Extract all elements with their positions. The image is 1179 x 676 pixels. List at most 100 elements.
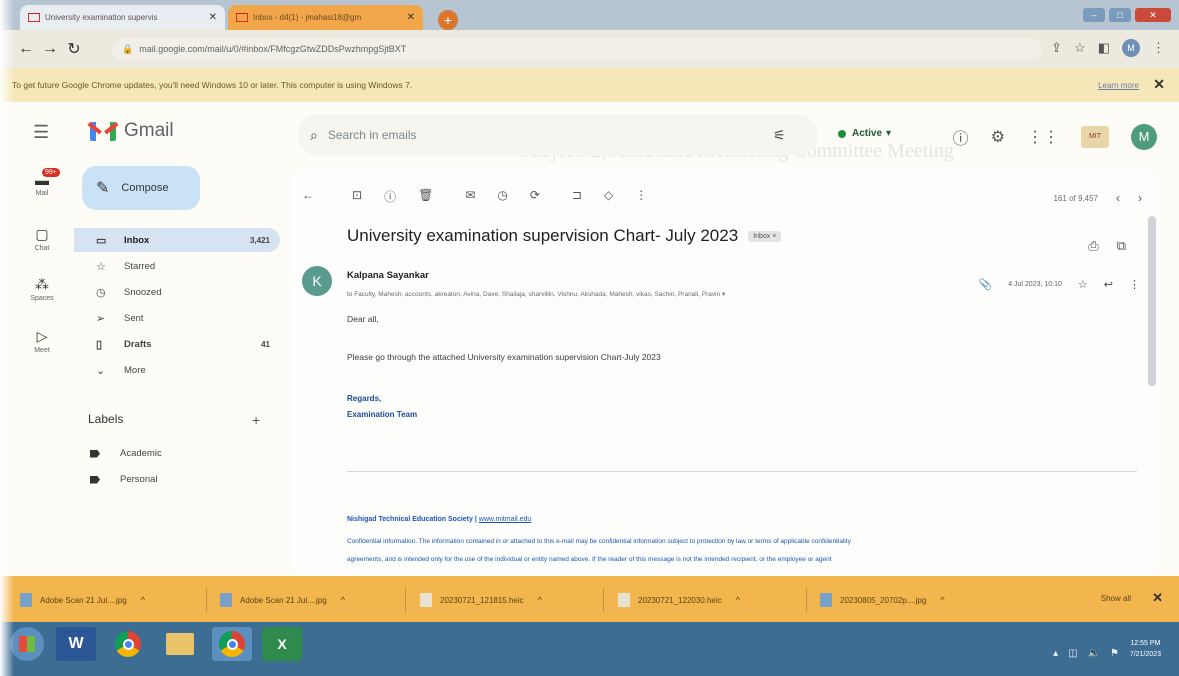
start-button[interactable] [10, 627, 44, 661]
reply-icon[interactable]: ↩ [1104, 278, 1113, 291]
delete-icon[interactable]: 🗑 [418, 188, 433, 205]
volume-icon[interactable]: 🔈 [1088, 648, 1100, 659]
sender-avatar[interactable]: K [302, 266, 332, 296]
close-shelf-button[interactable]: ✕ [1152, 590, 1163, 606]
system-clock[interactable]: 12:55 PM 7/21/2023 [1130, 638, 1161, 660]
label-item-personal[interactable]: Personal [90, 474, 158, 485]
search-options-icon[interactable]: ⚟ [773, 127, 786, 144]
label-icon[interactable]: ◇ [604, 188, 613, 205]
profile-avatar[interactable]: M [1122, 39, 1140, 57]
message-pane: ← ⊡ ⓘ 🗑 ✉ ◷ ⟳ ⊐ ◇ ⋮ 161 of 9,457 ‹ › Uni… [290, 166, 1160, 576]
search-input[interactable]: ⌕ Search in emails [298, 114, 818, 156]
forward-arrow-icon[interactable]: → [38, 40, 62, 58]
inbox-label-chip[interactable]: Inbox × [748, 230, 782, 242]
taskbar-word[interactable]: W [56, 627, 96, 661]
sidebar-item-drafts[interactable]: ▯ Drafts 41 [74, 332, 280, 356]
image-file-icon [220, 593, 232, 607]
sidebar-item-snoozed[interactable]: ◷ Snoozed [74, 280, 280, 304]
flag-notification-icon[interactable]: ⚑ [1110, 648, 1119, 659]
app-rail: ▬ 99+ Mail ▢ Chat ⁂ Spaces ▷ Meet [18, 166, 66, 576]
message-body: Please go through the attached Universit… [347, 352, 661, 362]
chevron-up-icon[interactable]: ^ [736, 595, 740, 605]
compose-button[interactable]: ✎ Compose [82, 166, 200, 210]
close-window-icon[interactable]: ✕ [1135, 8, 1171, 22]
mark-unread-icon[interactable]: ✉ [465, 188, 475, 205]
settings-gear-icon[interactable]: ⚙ [991, 127, 1005, 147]
download-item[interactable]: Adobe Scan 21 Jul....jpg ^ [20, 593, 145, 607]
more-options-icon[interactable]: ⋮ [635, 188, 647, 205]
divider [603, 588, 604, 612]
sidebar-item-sent[interactable]: ➢ Sent [74, 306, 280, 330]
chevron-up-icon[interactable]: ^ [940, 595, 944, 605]
show-all-button[interactable]: Show all [1101, 594, 1131, 603]
gmail-favicon-icon [28, 13, 40, 22]
apps-grid-icon[interactable]: ⋮⋮ [1027, 127, 1059, 147]
print-icon[interactable]: ⎙ [1088, 238, 1098, 254]
rail-item-meet[interactable]: ▷ Meet [18, 328, 66, 354]
tab-close-icon[interactable]: ✕ [209, 12, 217, 23]
more-vert-icon[interactable]: ⋮ [1129, 278, 1140, 291]
main-menu-icon[interactable]: ☰ [33, 122, 49, 143]
move-to-icon[interactable]: ⊐ [572, 188, 582, 205]
rail-item-mail[interactable]: ▬ 99+ Mail [18, 168, 66, 197]
star-icon[interactable]: ☆ [1078, 278, 1088, 291]
taskbar-excel[interactable]: X [262, 627, 302, 661]
sidebar-item-inbox[interactable]: ▭ Inbox 3,421 [74, 228, 280, 252]
chevron-up-icon[interactable]: ^ [341, 595, 345, 605]
taskbar-chrome-active[interactable] [212, 627, 252, 661]
sidepanel-icon[interactable]: ◧ [1098, 40, 1110, 56]
maximize-icon[interactable]: □ [1109, 8, 1131, 22]
org-url-link[interactable]: www.mitmail.edu [479, 516, 532, 523]
gmail-logo[interactable]: Gmail [87, 120, 174, 142]
chevron-up-icon[interactable]: ^ [538, 595, 542, 605]
taskbar-explorer[interactable] [160, 627, 200, 661]
help-icon[interactable]: ⓘ [953, 125, 969, 149]
taskbar-chrome[interactable] [108, 627, 148, 661]
status-chip[interactable]: Active ▾ [838, 128, 891, 139]
new-tab-button[interactable]: + [438, 10, 458, 30]
learn-more-link[interactable]: Learn more [1098, 81, 1139, 90]
chevron-up-icon[interactable]: ^ [141, 595, 145, 605]
download-item[interactable]: 20230721_122030.heic ^ [618, 593, 740, 607]
download-item[interactable]: Adobe Scan 21 Jul....jpg ^ [220, 593, 345, 607]
chrome-icon [219, 631, 245, 657]
unread-count: 3,421 [249, 235, 270, 245]
sender-name[interactable]: Kalpana Sayankar [347, 270, 429, 281]
download-filename: 20230721_121815.heic [440, 595, 524, 605]
older-chevron-icon[interactable]: › [1138, 191, 1142, 205]
sidebar-item-more[interactable]: ⌄ More [74, 358, 280, 382]
recipients-line[interactable]: to Faculty, Mahesh, accounts, akreaton, … [347, 290, 967, 298]
browser-tab-2[interactable]: Inbox - d4(1) - jmahasi18@gm ✕ [228, 5, 423, 30]
search-icon[interactable]: ⌕ [310, 127, 318, 144]
browser-tab-1[interactable]: University examination supervis ✕ [20, 5, 225, 30]
reload-icon[interactable]: ↻ [62, 39, 86, 59]
rail-item-spaces[interactable]: ⁂ Spaces [18, 276, 66, 302]
archive-icon[interactable]: ⊡ [352, 188, 362, 205]
tab-close-icon[interactable]: ✕ [407, 12, 415, 23]
open-new-window-icon[interactable]: ⧉ [1117, 238, 1126, 254]
sidebar-item-starred[interactable]: ☆ Starred [74, 254, 280, 278]
show-hidden-icons-icon[interactable]: ▴ [1053, 648, 1058, 659]
add-label-icon[interactable]: + [252, 412, 260, 428]
newer-chevron-icon[interactable]: ‹ [1116, 191, 1120, 205]
add-task-icon[interactable]: ⟳ [530, 188, 540, 205]
bookmark-star-icon[interactable]: ☆ [1074, 40, 1086, 56]
network-icon[interactable]: ◫ [1068, 648, 1077, 659]
back-to-inbox-icon[interactable]: ← [302, 188, 314, 205]
account-avatar[interactable]: M [1131, 124, 1157, 150]
snooze-icon[interactable]: ◷ [497, 188, 507, 205]
report-spam-icon[interactable]: ⓘ [384, 188, 396, 205]
rail-item-chat[interactable]: ▢ Chat [18, 226, 66, 252]
scrollbar[interactable] [1148, 216, 1156, 386]
download-item[interactable]: 20230721_121815.heic ^ [420, 593, 542, 607]
address-bar[interactable]: 🔒 mail.google.com/mail/u/0/#inbox/FMfcgz… [112, 38, 1042, 60]
download-item[interactable]: 20230805_20702p....jpg ^ [820, 593, 945, 607]
compose-label: Compose [121, 182, 169, 194]
infobar-close-button[interactable]: ✕ [1153, 76, 1165, 93]
confidential-notice-line-2: agreements, and is intended only for the… [347, 556, 832, 563]
label-item-academic[interactable]: Academic [90, 448, 162, 459]
back-arrow-icon[interactable]: ← [14, 40, 38, 58]
kebab-menu-icon[interactable]: ⋮ [1152, 40, 1165, 56]
minimize-icon[interactable]: – [1083, 8, 1105, 22]
share-icon[interactable]: ⇪ [1051, 40, 1062, 56]
